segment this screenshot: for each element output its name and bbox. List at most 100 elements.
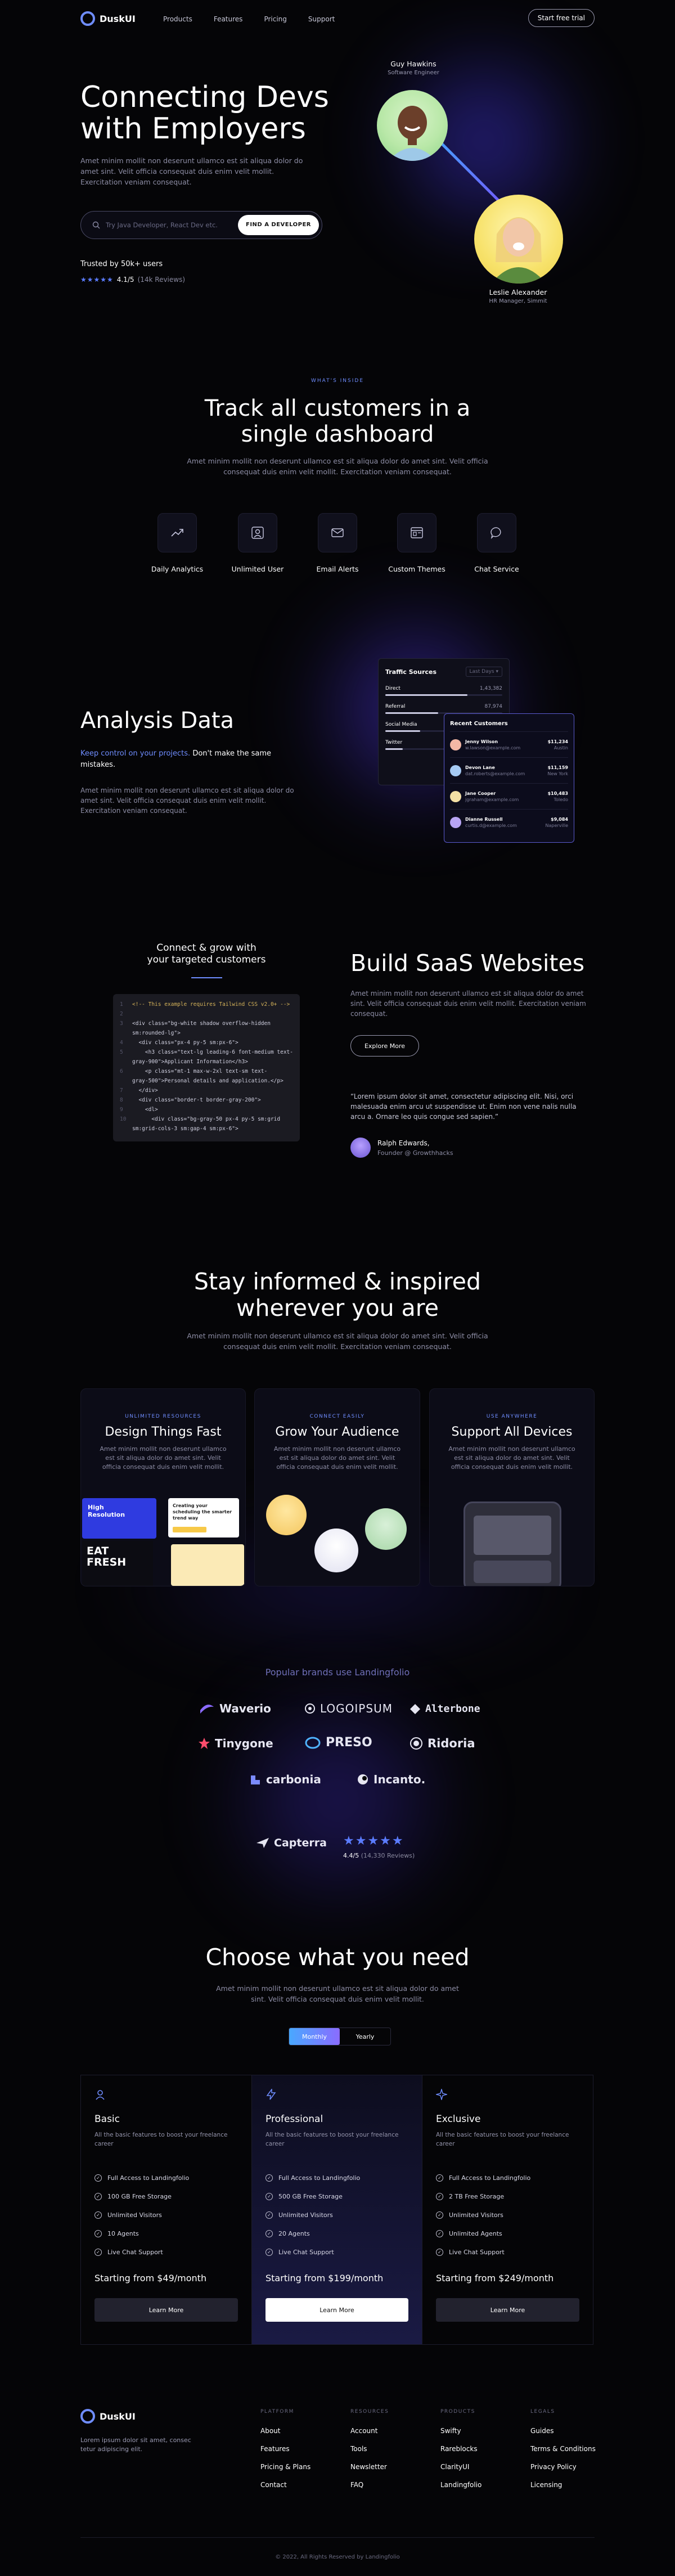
footer-link[interactable]: Guides [530, 2427, 596, 2445]
line-number: 9 [120, 1107, 123, 1113]
explore-more-button[interactable]: Explore More [350, 1035, 419, 1057]
footer-link[interactable]: Newsletter [350, 2463, 389, 2481]
brand-alterbone: Alterbone [410, 1703, 480, 1715]
feature-custom-themes[interactable]: Custom Themes [386, 513, 448, 573]
code-line: 6 <p class="mt-1 max-w-2xl text-sm text- [120, 1067, 293, 1076]
plan-feature: ✓ 20 Agents [266, 2224, 408, 2243]
feature-daily-analytics[interactable]: Daily Analytics [146, 513, 208, 573]
code-line: gray-900">Applicant Information</h3> [120, 1057, 293, 1067]
customers-title: Recent Customers [450, 721, 508, 727]
customer-row[interactable]: Jenny Wilson w.lawson@example.com $11,234 A… [450, 731, 568, 757]
card-grow-audience: CONNECT EASILY Grow Your Audience Amet m… [254, 1388, 420, 1586]
feature-email-alerts[interactable]: Email Alerts [307, 513, 368, 573]
code-text: <dl> [132, 1107, 158, 1113]
feature-label: Unlimited User [231, 565, 284, 573]
line-number: 10 [120, 1116, 127, 1122]
card-title: Support All Devices [451, 1425, 573, 1439]
incanto-logo-icon [358, 1774, 368, 1784]
footer-column-heading: LEGALS [530, 2409, 555, 2415]
learn-more-button[interactable]: Learn More [266, 2298, 408, 2322]
plan-feature: ✓ Full Access to Landingfolio [436, 2169, 579, 2187]
check-icon: ✓ [436, 2174, 443, 2182]
line-number: 3 [120, 1020, 123, 1027]
customer-name: Jane Cooper [465, 790, 496, 796]
footer-link[interactable]: Tools [350, 2445, 389, 2463]
nav-link-features[interactable]: Features [214, 15, 243, 23]
check-icon: ✓ [94, 2193, 102, 2200]
learn-more-button[interactable]: Learn More [436, 2298, 579, 2322]
feature-label: Email Alerts [316, 565, 359, 573]
customer-row[interactable]: Jane Cooper jgraham@example.com $10,483 Tol… [450, 783, 568, 809]
footer-link[interactable]: Rareblocks [440, 2445, 482, 2463]
code-line: 5 <h3 class="text-lg leading-6 font-medi… [120, 1048, 293, 1057]
traffic-period-select[interactable]: Last Days ▾ [465, 667, 502, 677]
footer-link[interactable]: About [260, 2427, 310, 2445]
footer-link[interactable]: Swifty [440, 2427, 482, 2445]
footer-link[interactable]: Terms & Conditions [530, 2445, 596, 2463]
footer-link[interactable]: Pricing & Plans [260, 2463, 310, 2481]
find-developer-button[interactable]: FIND A DEVELOPER [237, 215, 319, 235]
person-card-2: Leslie Alexander HR Manager, Simmit [476, 288, 560, 304]
analysis-highlight: Keep control on your projects. Don't mak… [80, 748, 289, 771]
plan-feature: ✓ 100 GB Free Storage [94, 2187, 238, 2206]
billing-toggle: Monthly Yearly [289, 2027, 391, 2045]
code-line: 1 <!-- This example requires Tailwind CSS… [120, 1000, 293, 1009]
search-input[interactable]: Try Java Developer, React Dev etc. [106, 221, 218, 229]
avatar-leslie [474, 195, 563, 284]
footer-column-heading: PRODUCTS [440, 2409, 475, 2415]
footer-tagline: Lorem ipsum dolor sit amet, consec tetur… [80, 2436, 191, 2453]
footer-link[interactable]: Landingfolio [440, 2481, 482, 2499]
footer-link[interactable]: Contact [260, 2481, 310, 2499]
start-trial-button[interactable]: Start free trial [528, 9, 595, 27]
traffic-source-name: Referral [385, 704, 406, 709]
plan-price: Starting from $199/month [266, 2273, 384, 2283]
brand-logo[interactable]: DuskUI [80, 11, 136, 26]
footer-column-platform: PLATFORM About Features Pricing & Plans … [260, 2409, 310, 2499]
toggle-monthly[interactable]: Monthly [289, 2028, 340, 2045]
rating-stars-icon: ★★★★★ [80, 276, 114, 284]
brand-logoipsum: LOGOIPSUM [304, 1702, 393, 1715]
code-line: gray-500">Personal details and applicati… [120, 1076, 293, 1086]
plan-exclusive: Exclusive All the basic features to boos… [422, 2075, 593, 2345]
customer-amount: $9,084 [551, 816, 568, 822]
feature-chat-service[interactable]: Chat Service [466, 513, 528, 573]
footer-link[interactable]: Account [350, 2427, 389, 2445]
footer-link[interactable]: Privacy Policy [530, 2463, 596, 2481]
brands-heading: Popular brands use Landingfolio [265, 1667, 410, 1678]
footer-column-legals: LEGALS Guides Terms & Conditions Privacy… [530, 2409, 596, 2499]
customer-amount: $10,483 [547, 790, 568, 796]
dashboard-paragraph-line2: consequat duis enim velit mollit. Exerci… [223, 467, 452, 476]
customer-amount: $11,159 [547, 765, 568, 770]
customer-place: Toledo [554, 797, 568, 802]
toggle-yearly[interactable]: Yearly [340, 2028, 390, 2045]
preso-logo-icon [305, 1737, 321, 1748]
nav-link-support[interactable]: Support [308, 15, 335, 23]
tinygone-logo-icon [199, 1738, 210, 1749]
thumb-yellow [171, 1544, 244, 1586]
customer-email: w.lawson@example.com [465, 745, 521, 750]
customer-row[interactable]: Dianne Russell curtis.d@example.com $9,084… [450, 809, 568, 835]
plan-basic: Basic All the basic features to boost yo… [80, 2075, 251, 2345]
card-title: Grow Your Audience [275, 1425, 399, 1439]
footer-link[interactable]: FAQ [350, 2481, 389, 2499]
customer-name: Devon Lane [465, 765, 495, 770]
pricing-paragraph-line1: Amet minim mollit non deserunt ullamco e… [216, 1984, 459, 1993]
thumb-scheduling: Creating your scheduling the smarter tre… [168, 1498, 239, 1537]
traffic-row: Direct 1,43,382 [385, 686, 502, 696]
nav-link-products[interactable]: Products [163, 15, 192, 23]
code-text: sm:rounded-lg"> [132, 1030, 181, 1036]
plan-description: All the basic features to boost your fre… [94, 2132, 228, 2147]
line-number: 1 [120, 1001, 123, 1008]
rating-value: 4.1/5 [116, 276, 134, 284]
brand-tinygone: Tinygone [198, 1737, 273, 1750]
footer-link[interactable]: Features [260, 2445, 310, 2463]
nav-link-pricing[interactable]: Pricing [264, 15, 286, 23]
carbonia-logo-icon [251, 1775, 260, 1784]
quote-name: Ralph Edwards, [377, 1139, 430, 1147]
feature-unlimited-user[interactable]: Unlimited User [227, 513, 289, 573]
footer-link[interactable]: ClarityUI [440, 2463, 482, 2481]
footer-link[interactable]: Licensing [530, 2481, 596, 2499]
learn-more-button[interactable]: Learn More [94, 2298, 238, 2322]
customer-row[interactable]: Devon Lane dat.roberts@example.com $11,159… [450, 757, 568, 783]
footer-logo[interactable]: DuskUI [80, 2409, 136, 2424]
